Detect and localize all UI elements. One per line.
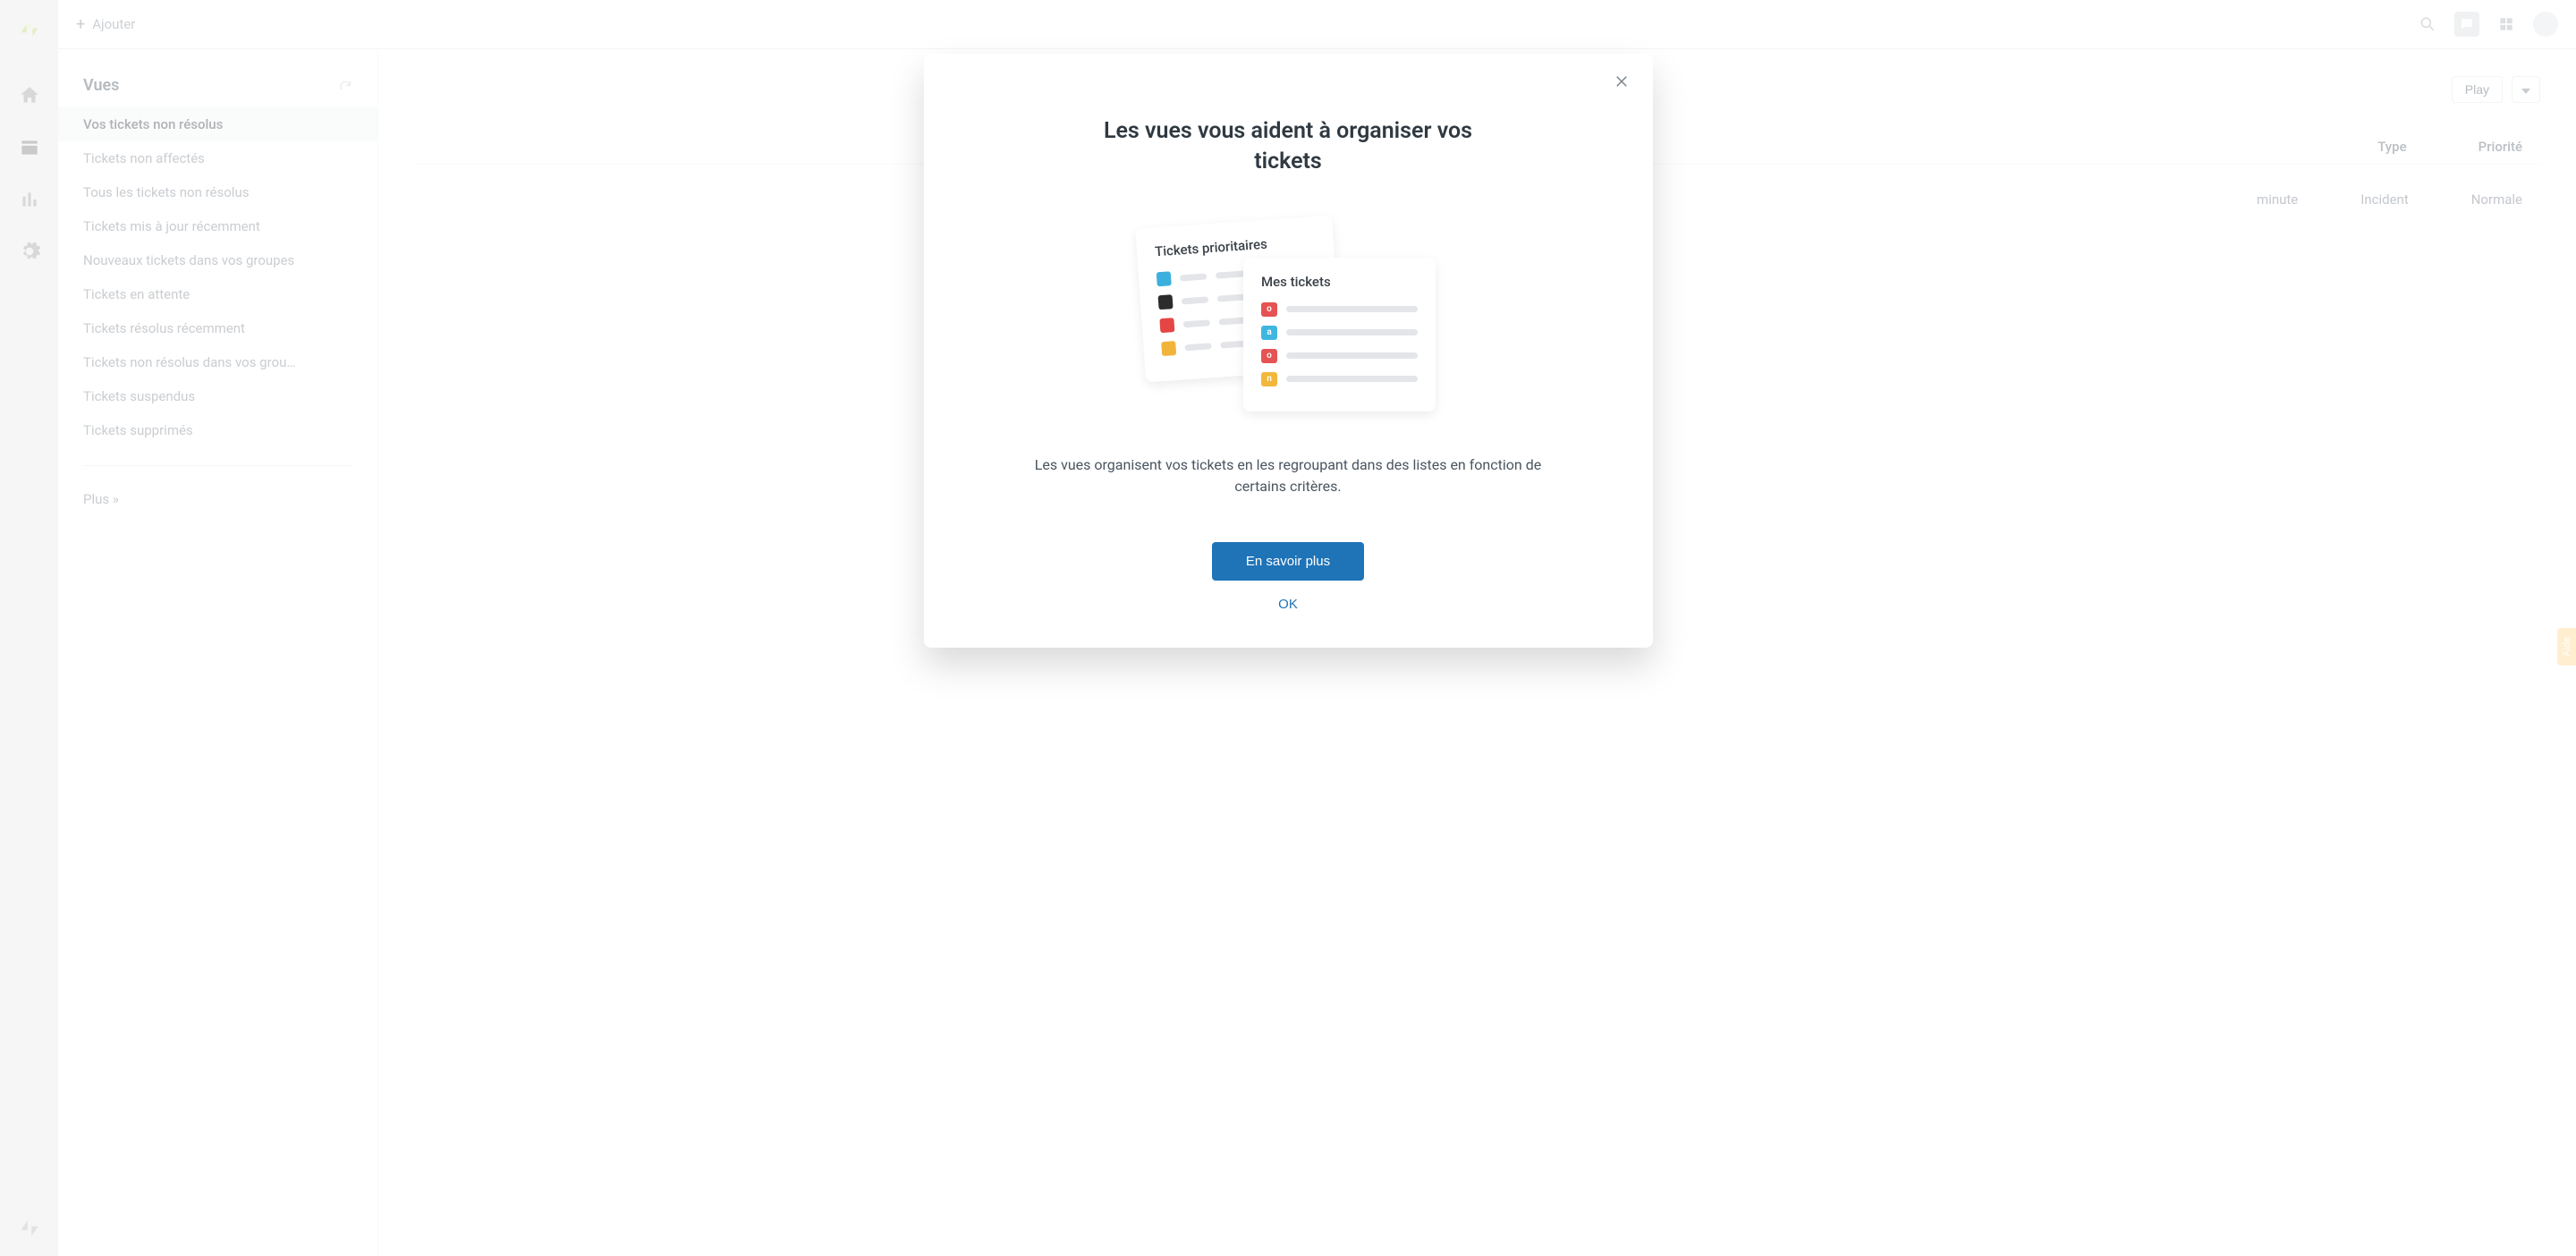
modal-overlay: Les vues vous aident à organiser vos tic… <box>0 0 2576 1256</box>
card-back-title: Tickets prioritaires <box>1154 232 1316 259</box>
illus-card-front: Mes tickets o a o n <box>1243 258 1436 412</box>
modal-desc: Les vues organisent vos tickets en les r… <box>1029 454 1547 497</box>
modal-title: Les vues vous aident à organiser vos tic… <box>1073 116 1503 177</box>
close-icon[interactable] <box>1614 73 1630 89</box>
card-front-title: Mes tickets <box>1261 274 1418 290</box>
onboarding-modal: Les vues vous aident à organiser vos tic… <box>924 54 1653 648</box>
ok-button[interactable]: OK <box>1278 597 1298 612</box>
modal-illustration: Tickets prioritaires Mes tickets o a o n <box>1140 213 1436 410</box>
learn-more-button[interactable]: En savoir plus <box>1212 542 1364 581</box>
